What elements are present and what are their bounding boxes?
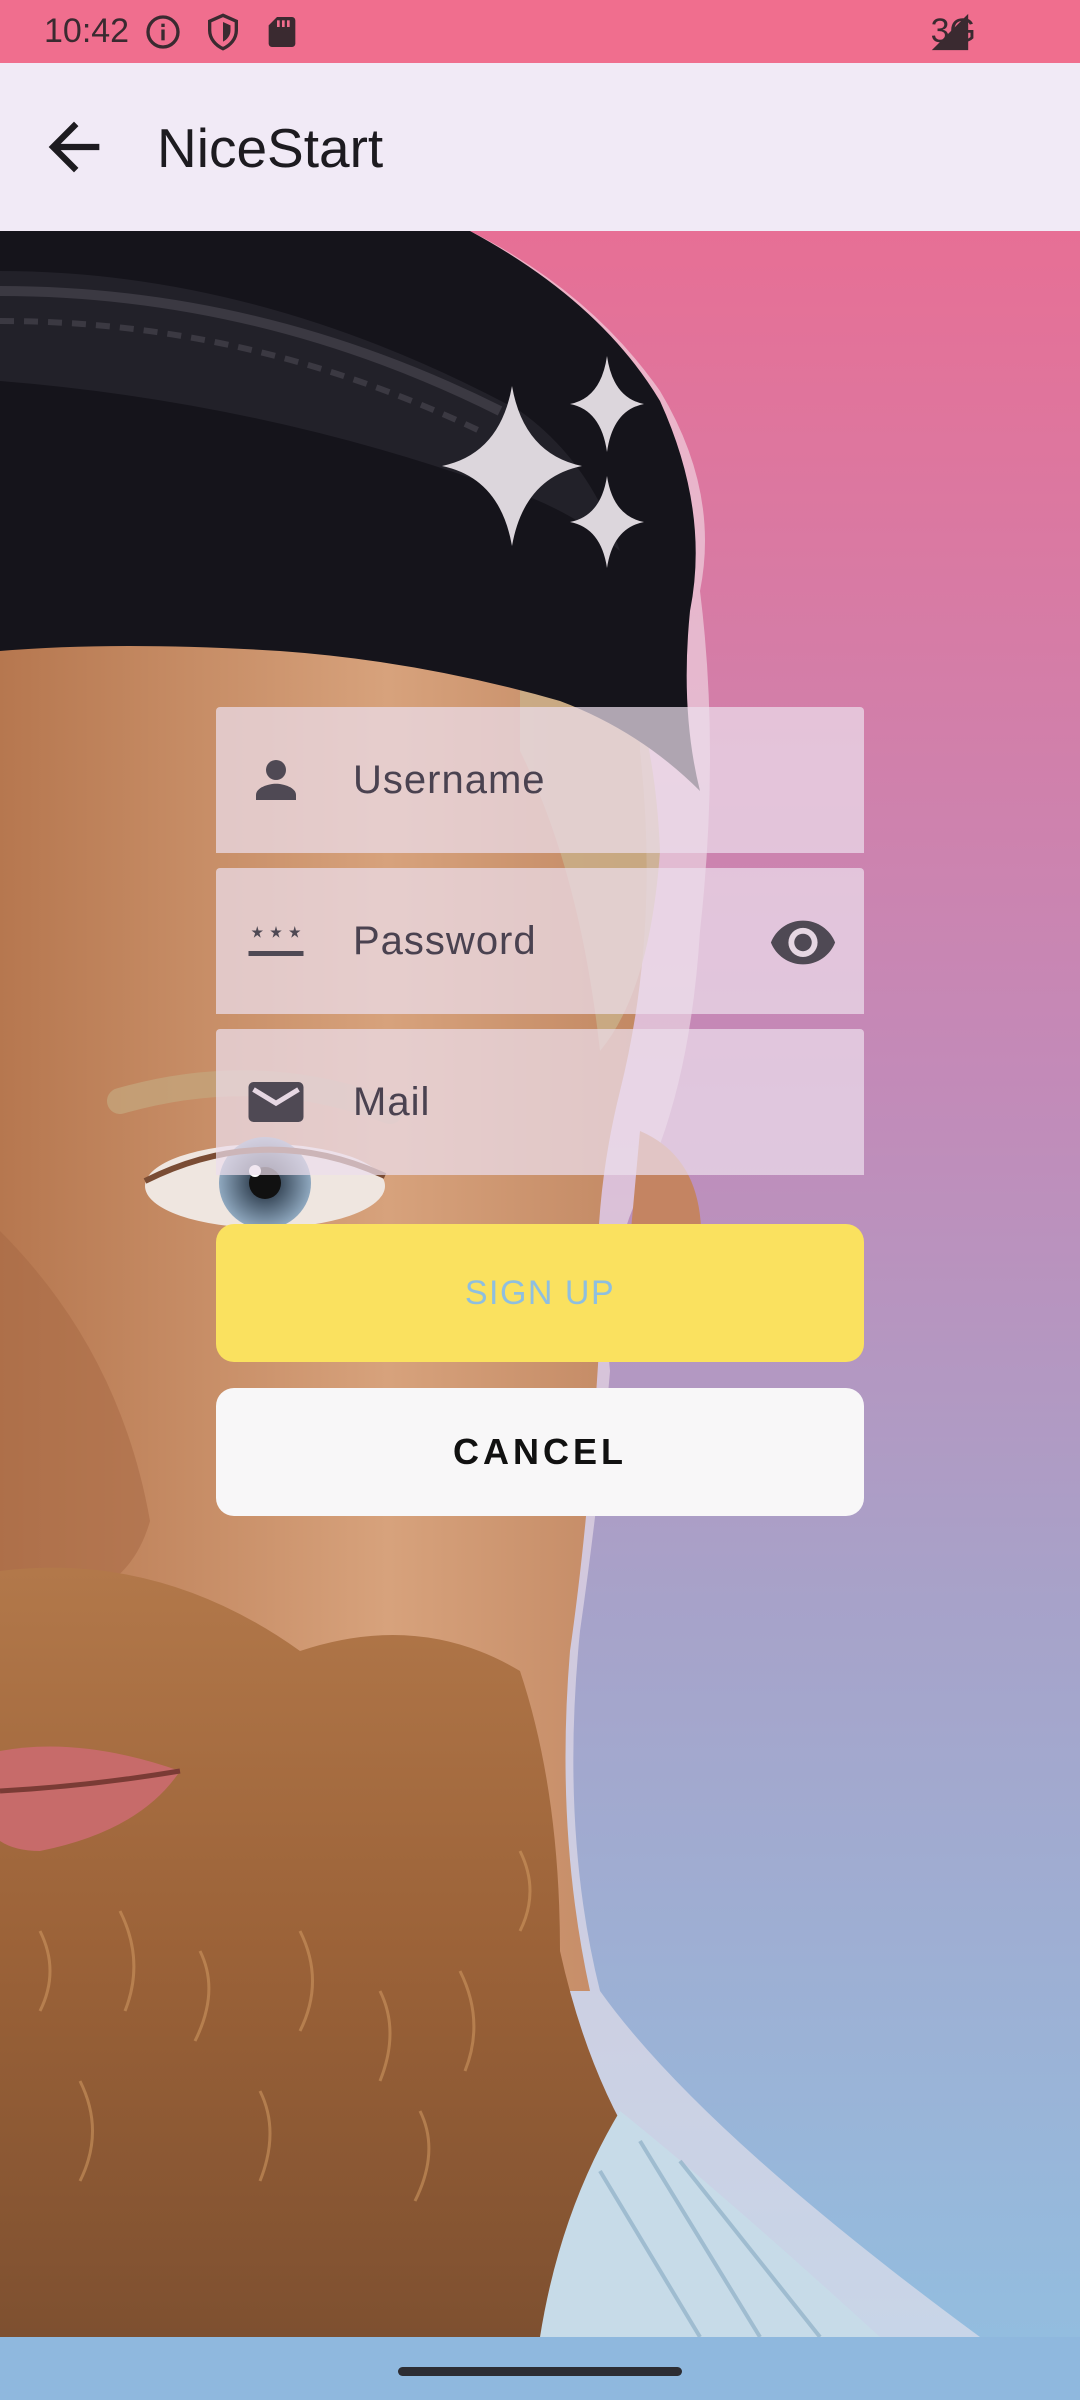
app-title: NiceStart xyxy=(157,117,384,179)
arrow-back-icon xyxy=(48,121,100,173)
mail-input[interactable] xyxy=(353,1029,733,1175)
username-field[interactable] xyxy=(216,707,864,853)
password-field[interactable] xyxy=(216,868,864,1014)
home-indicator[interactable] xyxy=(398,2367,682,2376)
shield-icon xyxy=(208,13,238,51)
eye-icon xyxy=(770,920,836,965)
back-button[interactable] xyxy=(36,109,112,185)
sd-card-icon xyxy=(268,17,296,47)
cancel-button[interactable]: CANCEL xyxy=(216,1388,864,1516)
info-icon xyxy=(146,15,180,49)
app-bar: NiceStart xyxy=(0,63,1080,231)
mail-field[interactable] xyxy=(216,1029,864,1175)
password-input[interactable] xyxy=(353,868,733,1014)
sparkle-icon xyxy=(442,356,644,568)
signup-screen: SIGN UP CANCEL xyxy=(0,231,1080,2337)
toggle-password-visibility-button[interactable] xyxy=(768,906,838,976)
person-icon xyxy=(256,760,296,800)
status-time: 10:42 xyxy=(44,12,130,50)
status-bar: 10:42 3G xyxy=(0,0,1080,63)
mail-icon xyxy=(248,1082,304,1122)
signal-icon xyxy=(931,13,969,51)
username-input[interactable] xyxy=(353,707,733,853)
password-icon xyxy=(248,926,304,956)
navigation-bar xyxy=(0,2337,1080,2400)
sign-up-button[interactable]: SIGN UP xyxy=(216,1224,864,1362)
